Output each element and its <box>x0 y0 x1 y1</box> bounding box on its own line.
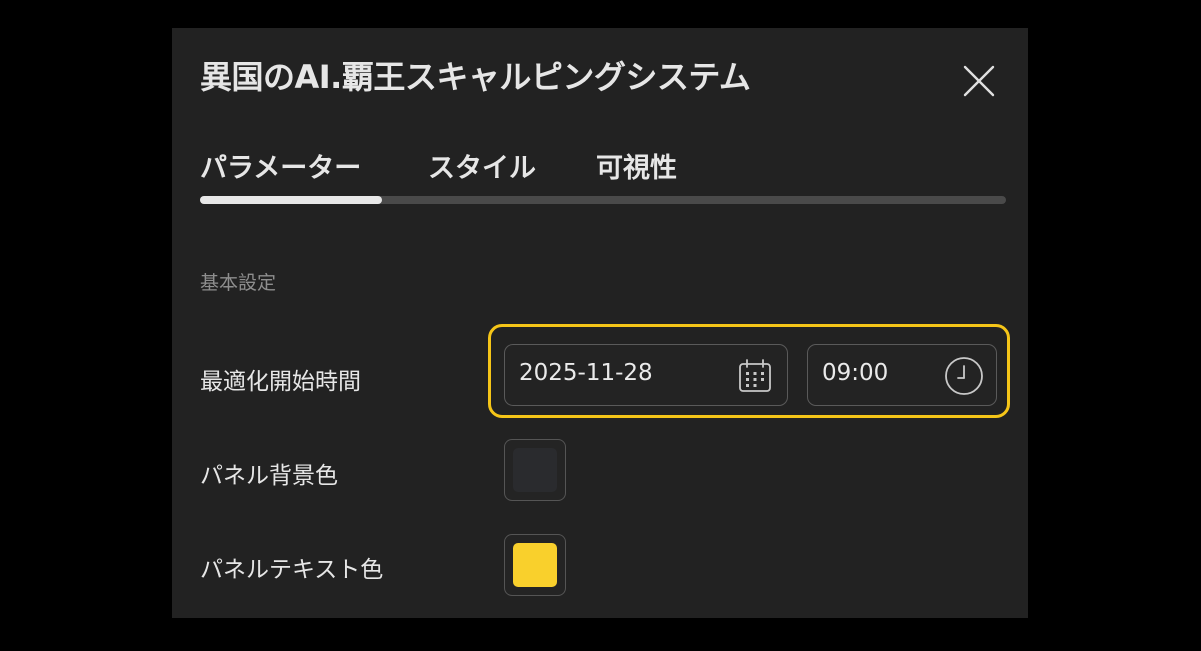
panel-background-color-label: パネル背景色 <box>200 463 338 489</box>
panel-text-color-swatch <box>513 543 557 587</box>
settings-dialog: 異国のAI.覇王スキャルピングシステム パラメーター スタイル 可視性 基本設定… <box>172 28 1028 618</box>
optimize-start-time-label: 最適化開始時間 <box>200 369 361 395</box>
panel-background-color-picker[interactable] <box>504 439 566 501</box>
section-title-basic-settings: 基本設定 <box>200 272 277 294</box>
panel-text-color-label: パネルテキスト色 <box>200 557 384 583</box>
tab-visibility[interactable]: 可視性 <box>596 146 677 185</box>
tab-parameters[interactable]: パラメーター <box>200 146 361 185</box>
time-value: 09:00 <box>822 360 889 386</box>
calendar-icon[interactable] <box>737 358 773 394</box>
date-value: 2025-11-28 <box>519 360 653 386</box>
tab-indicator-track <box>200 196 1006 204</box>
panel-background-color-swatch <box>513 448 557 492</box>
tab-style[interactable]: スタイル <box>428 146 536 185</box>
clock-icon[interactable] <box>944 356 984 396</box>
time-input[interactable]: 09:00 <box>807 344 997 406</box>
date-input[interactable]: 2025-11-28 <box>504 344 788 406</box>
close-icon <box>963 65 995 97</box>
tab-active-indicator <box>200 196 382 204</box>
panel-text-color-picker[interactable] <box>504 534 566 596</box>
close-button[interactable] <box>962 64 996 98</box>
dialog-title: 異国のAI.覇王スキャルピングシステム <box>200 58 751 96</box>
